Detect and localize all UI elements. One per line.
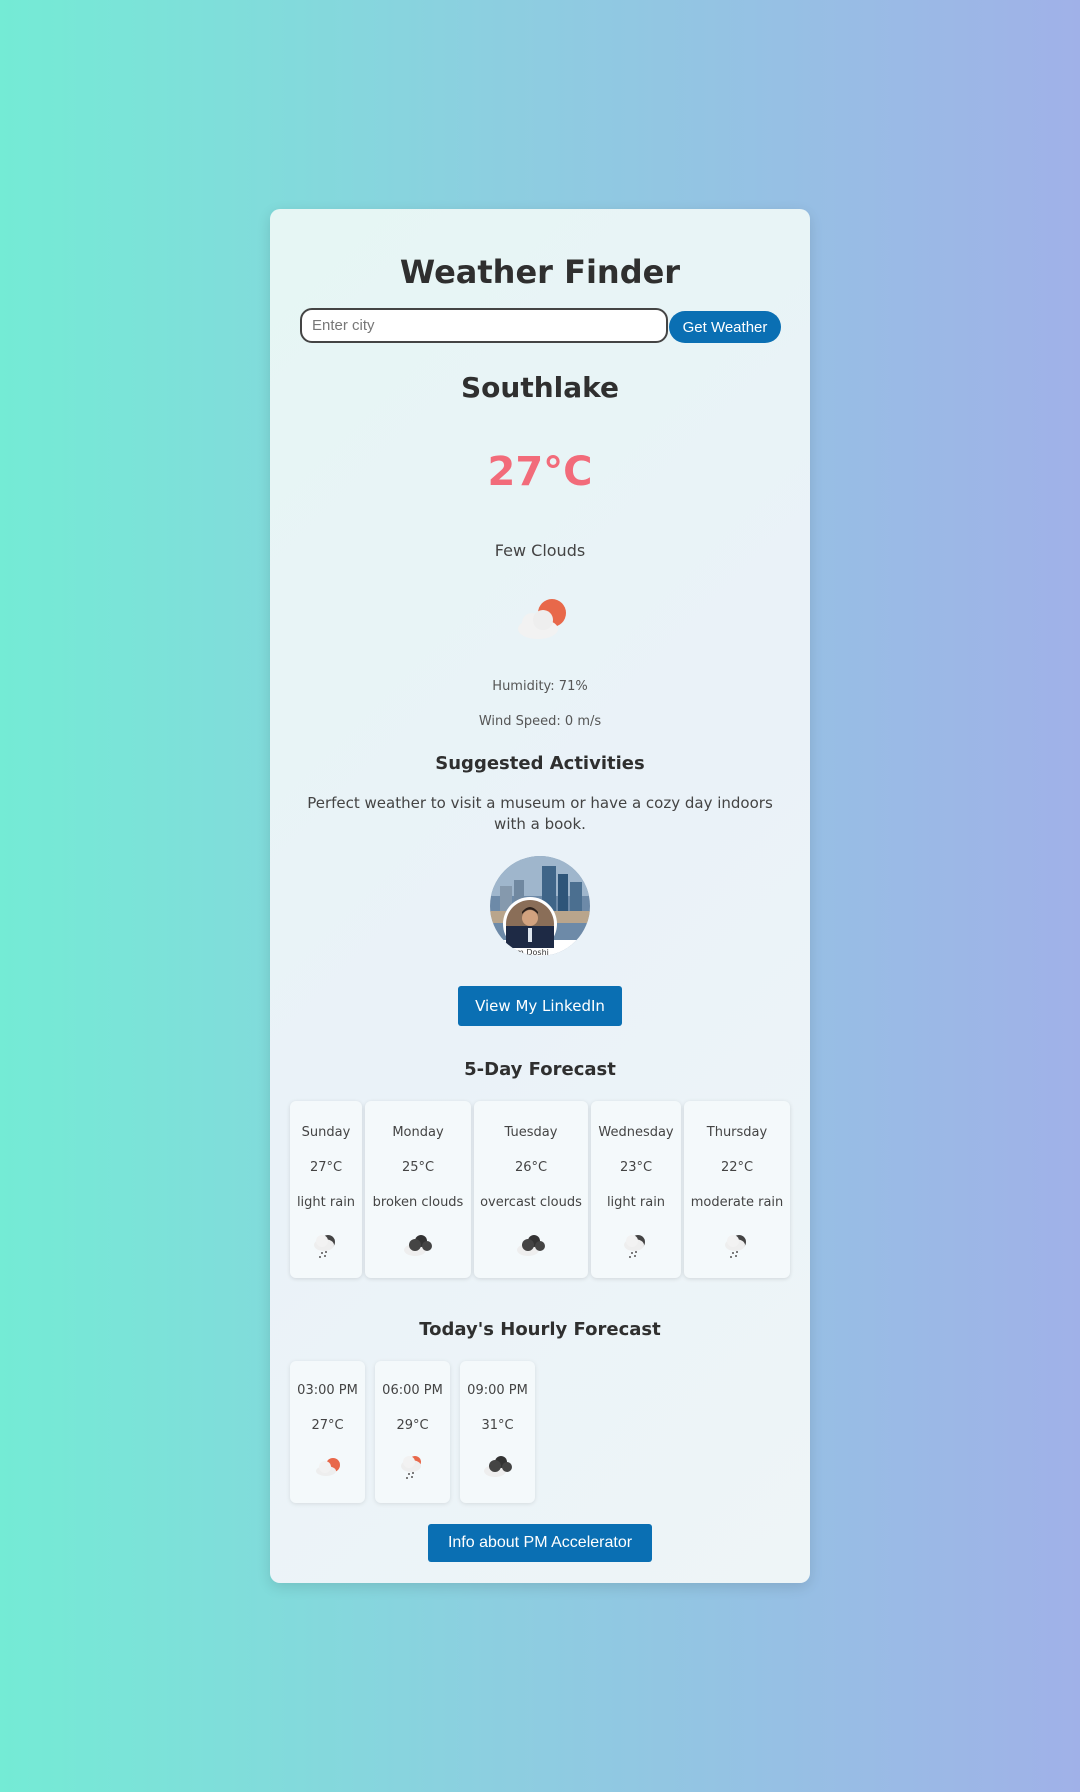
forecast-day: Thursday (706, 1125, 768, 1140)
few-clouds-day-icon (290, 1453, 365, 1483)
forecast-temp: 23°C (619, 1160, 653, 1175)
forecast-temp: 25°C (401, 1160, 435, 1175)
hourly-card: 09:00 PM 31°C (460, 1361, 535, 1503)
city-search-input[interactable] (300, 308, 668, 343)
hourly-temp: 31°C (481, 1418, 514, 1433)
hourly-title: Today's Hourly Forecast (419, 1319, 661, 1340)
hourly-time: 03:00 PM (297, 1383, 358, 1398)
rain-icon (684, 1232, 790, 1264)
hourly-time: 09:00 PM (467, 1383, 528, 1398)
city-name: Southlake (460, 371, 619, 404)
forecast-card-wednesday: Wednesday 23°C light rain (591, 1101, 681, 1278)
get-weather-button[interactable]: Get Weather (669, 311, 781, 343)
rain-icon (290, 1232, 362, 1264)
overcast-clouds-icon (474, 1232, 588, 1262)
hourly-temp: 29°C (396, 1418, 429, 1433)
forecast-desc: light rain (296, 1195, 356, 1210)
hourly-time: 06:00 PM (382, 1383, 443, 1398)
forecast-list: Sunday 27°C light rain Monday 25°C broke… (290, 1101, 790, 1278)
few-clouds-day-icon (510, 593, 570, 643)
hourly-card: 03:00 PM 27°C (290, 1361, 365, 1503)
forecast-card-thursday: Thursday 22°C moderate rain (684, 1101, 790, 1278)
forecast-temp: 26°C (514, 1160, 548, 1175)
forecast-card-sunday: Sunday 27°C light rain (290, 1101, 362, 1278)
weather-description: Few Clouds (494, 541, 586, 560)
activities-text: Perfect weather to visit a museum or hav… (307, 794, 773, 833)
profile-photo: am Doshi (490, 856, 590, 956)
photo-caption: am Doshi (511, 948, 549, 956)
hourly-list: 03:00 PM 27°C 06:00 PM 29°C 09:00 PM 31°… (290, 1361, 535, 1503)
forecast-day: Tuesday (504, 1125, 558, 1140)
humidity-value: Humidity: 71% (492, 679, 588, 694)
rain-icon (591, 1232, 681, 1264)
forecast-day: Sunday (301, 1125, 351, 1140)
forecast-card-tuesday: Tuesday 26°C overcast clouds (474, 1101, 588, 1278)
forecast-day: Monday (392, 1125, 444, 1140)
search-bar (300, 308, 668, 343)
forecast-day: Wednesday (598, 1125, 674, 1140)
view-linkedin-button[interactable]: View My LinkedIn (458, 986, 622, 1026)
forecast-temp: 22°C (720, 1160, 754, 1175)
hourly-temp: 27°C (311, 1418, 344, 1433)
weather-card: Weather Finder Get Weather Southlake 27°… (270, 209, 810, 1583)
pm-accelerator-info-button[interactable]: Info about PM Accelerator (428, 1524, 652, 1562)
hourly-card: 06:00 PM 29°C (375, 1361, 450, 1503)
forecast-card-monday: Monday 25°C broken clouds (365, 1101, 471, 1278)
forecast-temp: 27°C (309, 1160, 343, 1175)
forecast-desc: light rain (606, 1195, 666, 1210)
broken-clouds-icon (460, 1453, 535, 1483)
forecast-desc: broken clouds (372, 1195, 464, 1210)
app-title: Weather Finder (399, 253, 681, 291)
forecast-title: 5-Day Forecast (464, 1059, 616, 1080)
wind-speed-value: Wind Speed: 0 m/s (478, 714, 602, 729)
activities-title: Suggested Activities (435, 753, 645, 774)
forecast-desc: moderate rain (690, 1195, 784, 1210)
current-temperature: 27°C (487, 449, 593, 495)
forecast-desc: overcast clouds (480, 1195, 582, 1210)
broken-clouds-icon (365, 1232, 471, 1262)
rain-day-icon (375, 1453, 450, 1485)
